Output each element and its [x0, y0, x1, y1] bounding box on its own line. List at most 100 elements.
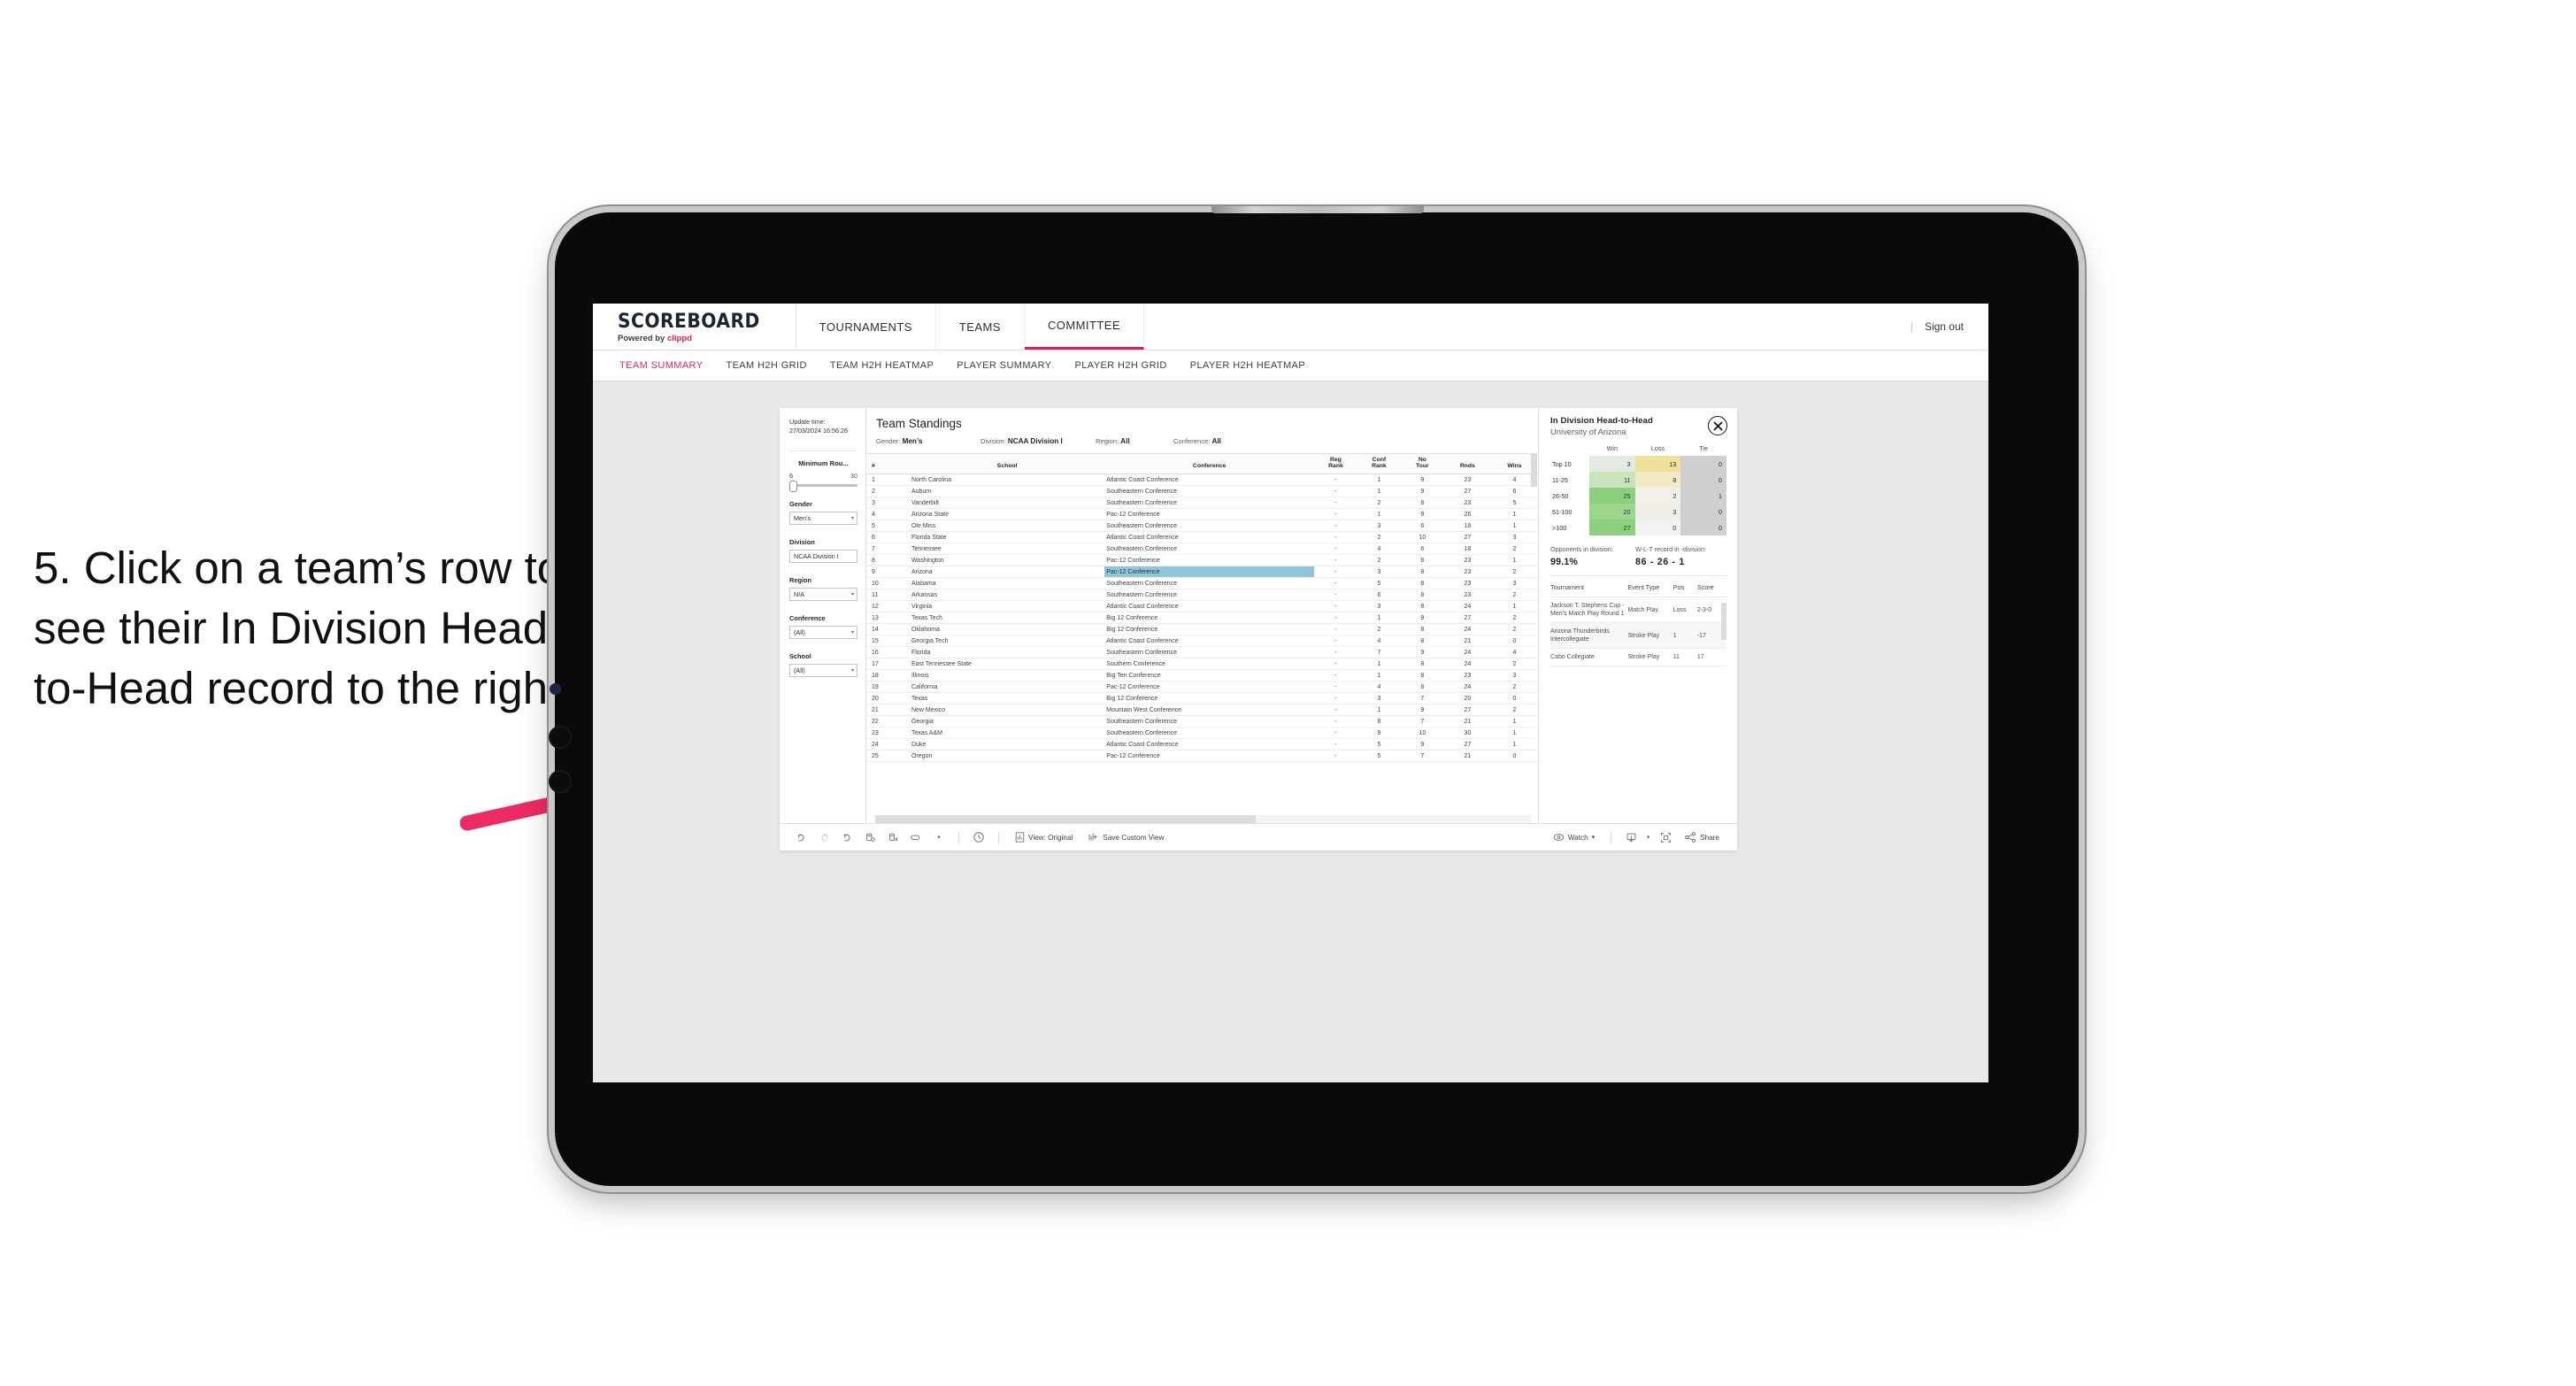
cell-no-tour: 7: [1400, 715, 1444, 728]
table-row[interactable]: 6 Florida State Atlantic Coast Conference -…: [866, 531, 1538, 543]
slider-handle[interactable]: [789, 480, 797, 492]
subnav-team-summary[interactable]: TEAM SUMMARY: [619, 360, 703, 371]
col-school[interactable]: School: [909, 453, 1105, 474]
tournament-row[interactable]: Arizona Thunderbirds Intercollegiate Stro…: [1550, 622, 1726, 650]
chevron-down-icon[interactable]: ▾: [1642, 828, 1654, 847]
heatmap-cell-tie[interactable]: 0: [1680, 520, 1726, 535]
heatmap-row: 11-25 11 8 0: [1550, 472, 1726, 488]
table-row[interactable]: 17 East Tennessee State Southern Conferenc…: [866, 658, 1538, 670]
history-icon[interactable]: [967, 828, 990, 847]
presentation-icon[interactable]: [904, 828, 927, 847]
col-reg-rank[interactable]: Reg Rank: [1313, 453, 1357, 474]
heatmap-cell-loss[interactable]: 2: [1634, 488, 1681, 504]
table-row[interactable]: 3 Vanderbilt Southeastern Conference -2 8 23 5: [866, 497, 1538, 509]
sign-out-area: | Sign out: [1911, 320, 1988, 333]
table-row[interactable]: 21 New Mexico Mountain West Conference -1 9 2…: [866, 704, 1538, 716]
subnav-team-h2h-heatmap[interactable]: TEAM H2H HEATMAP: [830, 360, 934, 371]
table-row[interactable]: 12 Virginia Atlantic Coast Conference -3 8 24…: [866, 600, 1538, 612]
cell-conf-rank: 4: [1357, 635, 1401, 647]
undo-icon[interactable]: [789, 828, 812, 847]
heatmap-cell-loss[interactable]: 13: [1634, 456, 1681, 472]
close-circle-icon[interactable]: [1708, 416, 1727, 435]
nav-teams[interactable]: TEAMS: [936, 304, 1025, 350]
heatmap-cell-win[interactable]: 3: [1589, 456, 1635, 472]
table-row[interactable]: 25 Oregon Pac-12 Conference -5 7 21 0: [866, 750, 1538, 762]
filter-division-select[interactable]: NCAA Division I: [789, 549, 857, 563]
col-conference[interactable]: Conference: [1104, 453, 1314, 474]
vertical-scrollbar[interactable]: [1531, 453, 1537, 487]
cell-conference: Big 12 Conference: [1104, 692, 1314, 705]
table-row[interactable]: 15 Georgia Tech Atlantic Coast Conference -…: [866, 635, 1538, 647]
opponents-label: Opponents in division:: [1550, 545, 1613, 553]
heatmap-cell-loss[interactable]: 3: [1634, 504, 1681, 520]
filter-region-select[interactable]: N/A ▾: [789, 587, 857, 601]
heatmap-cell-loss[interactable]: 8: [1634, 472, 1681, 488]
table-row[interactable]: 2 Auburn Southeastern Conference -1 9 27 6: [866, 485, 1538, 497]
cell-pos: 1: [1672, 622, 1697, 650]
table-row[interactable]: 20 Texas Big 12 Conference -3 7 20 0: [866, 692, 1538, 705]
col-rank[interactable]: #: [866, 453, 910, 474]
save-custom-view-button[interactable]: Save Custom View: [1080, 832, 1172, 843]
table-row[interactable]: 10 Alabama Southeastern Conference -5 8 23 3: [866, 577, 1538, 589]
scrollbar-thumb[interactable]: [875, 815, 1256, 823]
col-no-tour[interactable]: No Tour: [1400, 453, 1444, 474]
table-row[interactable]: 18 Illinois Big Ten Conference -1 8 23 3: [866, 669, 1538, 681]
brand-logo[interactable]: SCOREBOARD Powered by clippd: [593, 304, 796, 350]
heatmap-cell-win[interactable]: 27: [1589, 520, 1635, 535]
heatmap-cell-tie[interactable]: 0: [1680, 456, 1726, 472]
tournament-row[interactable]: Cabo Collegiate Stroke Play 11 17: [1550, 648, 1726, 667]
heatmap-cell-win[interactable]: 25: [1589, 488, 1635, 504]
table-row[interactable]: 7 Tennessee Southeastern Conference -4 6 18 2: [866, 543, 1538, 555]
min-rounds-slider[interactable]: [789, 480, 857, 492]
chevron-down-icon: ▾: [850, 667, 854, 674]
fullscreen-icon[interactable]: [1654, 828, 1677, 847]
cell-conf-rank: 2: [1357, 554, 1401, 566]
revert-icon[interactable]: [835, 828, 858, 847]
filter-school-select[interactable]: (All) ▾: [789, 663, 857, 677]
tournament-row[interactable]: Jackson T. Stephens Cup - Men’s Match Pl…: [1550, 597, 1726, 624]
heatmap-cell-win[interactable]: 11: [1589, 472, 1635, 488]
table-row[interactable]: 8 Washington Pac-12 Conference -2 8 23 1: [866, 554, 1538, 566]
redo-icon[interactable]: [812, 828, 835, 847]
table-row[interactable]: 16 Florida Southeastern Conference -7 9 24 4: [866, 646, 1538, 658]
table-row[interactable]: 9 Arizona Pac-12 Conference -3 8 23 2: [866, 566, 1538, 578]
refresh-data-icon[interactable]: [858, 828, 881, 847]
heatmap-cell-loss[interactable]: 0: [1634, 520, 1681, 535]
table-row[interactable]: 1 North Carolina Atlantic Coast Conference…: [866, 474, 1538, 486]
table-row[interactable]: 4 Arizona State Pac-12 Conference -1 9 26 1: [866, 508, 1538, 520]
table-row[interactable]: 24 Duke Atlantic Coast Conference -5 9 27 1: [866, 738, 1538, 751]
chevron-down-icon[interactable]: ▾: [927, 828, 950, 847]
subnav-player-h2h-heatmap[interactable]: PLAYER H2H HEATMAP: [1190, 360, 1305, 371]
table-row[interactable]: 19 California Pac-12 Conference -4 8 24 2: [866, 681, 1538, 693]
filter-region-label: Region: [789, 575, 812, 584]
col-rnds[interactable]: Rnds: [1443, 453, 1491, 474]
sign-out-link[interactable]: Sign out: [1925, 320, 1964, 333]
filter-gender-select[interactable]: Men’s ▾: [789, 511, 857, 525]
nav-committee[interactable]: COMMITTEE: [1024, 304, 1144, 350]
heatmap-cell-win[interactable]: 20: [1589, 504, 1635, 520]
tournaments-scrollbar[interactable]: [1721, 603, 1726, 640]
subnav-team-h2h-grid[interactable]: TEAM H2H GRID: [726, 360, 806, 371]
table-row[interactable]: 11 Arkansas Southeastern Conference -6 8 23 2: [866, 589, 1538, 601]
table-row[interactable]: 5 Ole Miss Southeastern Conference -3 6 18 1: [866, 520, 1538, 532]
heatmap-cell-tie[interactable]: 0: [1680, 472, 1726, 488]
pause-updates-icon[interactable]: [881, 828, 904, 847]
horizontal-scrollbar[interactable]: [875, 815, 1531, 823]
table-row[interactable]: 14 Oklahoma Big 12 Conference -2 8 24 2: [866, 623, 1538, 635]
table-row[interactable]: 22 Georgia Southeastern Conference -8 7 21 1: [866, 715, 1538, 728]
filter-conference-select[interactable]: (All) ▾: [789, 625, 857, 639]
table-row[interactable]: 23 Texas A&M Southeastern Conference -9 10 30…: [866, 727, 1538, 739]
subnav-player-h2h-grid[interactable]: PLAYER H2H GRID: [1075, 360, 1167, 371]
subnav-player-summary[interactable]: PLAYER SUMMARY: [957, 360, 1051, 371]
share-button[interactable]: Share: [1677, 832, 1727, 843]
nav-tournaments[interactable]: TOURNAMENTS: [796, 304, 936, 350]
heatmap-cell-tie[interactable]: 0: [1680, 504, 1726, 520]
cell-wins: 1: [1490, 554, 1538, 566]
table-row[interactable]: 13 Texas Tech Big 12 Conference -1 9 27 2: [866, 612, 1538, 624]
view-original-button[interactable]: View: Original: [1007, 832, 1080, 843]
download-icon[interactable]: [1619, 828, 1642, 847]
heatmap-cell-tie[interactable]: 1: [1680, 488, 1726, 504]
col-conf-rank[interactable]: Conf Rank: [1357, 453, 1401, 474]
cell-conf-rank: 3: [1357, 566, 1401, 578]
watch-button[interactable]: Watch ▾: [1545, 833, 1603, 842]
